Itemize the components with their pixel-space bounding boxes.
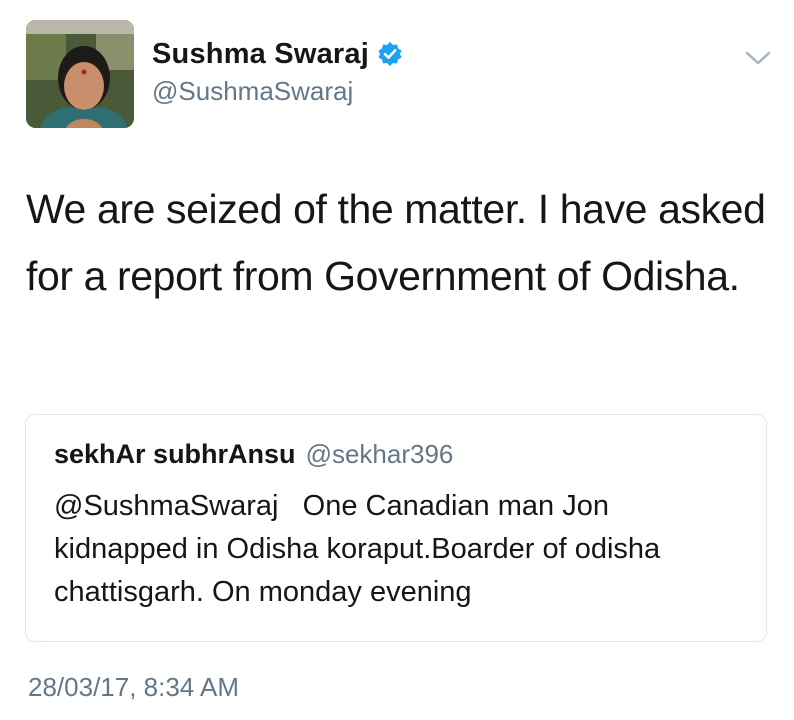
chevron-down-icon[interactable] bbox=[744, 48, 772, 68]
quoted-tweet-text: @SushmaSwaraj One Canadian man Jon kidna… bbox=[54, 490, 669, 608]
quoted-author-handle: @sekhar396 bbox=[305, 439, 454, 469]
quoted-tweet-card[interactable]: sekhAr subhrAnsu @sekhar396 @SushmaSwara… bbox=[25, 414, 767, 642]
author-avatar[interactable] bbox=[26, 20, 134, 128]
author-handle[interactable]: @SushmaSwaraj bbox=[152, 76, 353, 107]
quoted-tweet-header: sekhAr subhrAnsu @sekhar396 bbox=[54, 439, 453, 470]
tweet-timestamp[interactable]: 28/03/17, 8:34 AM bbox=[28, 672, 239, 703]
author-display-name[interactable]: Sushma Swaraj bbox=[152, 38, 369, 71]
author-name-row: Sushma Swaraj bbox=[152, 34, 403, 74]
tweet-text: We are seized of the matter. I have aske… bbox=[26, 186, 766, 299]
verified-badge-icon bbox=[377, 41, 403, 67]
quoted-author-name: sekhAr subhrAnsu bbox=[54, 439, 296, 469]
